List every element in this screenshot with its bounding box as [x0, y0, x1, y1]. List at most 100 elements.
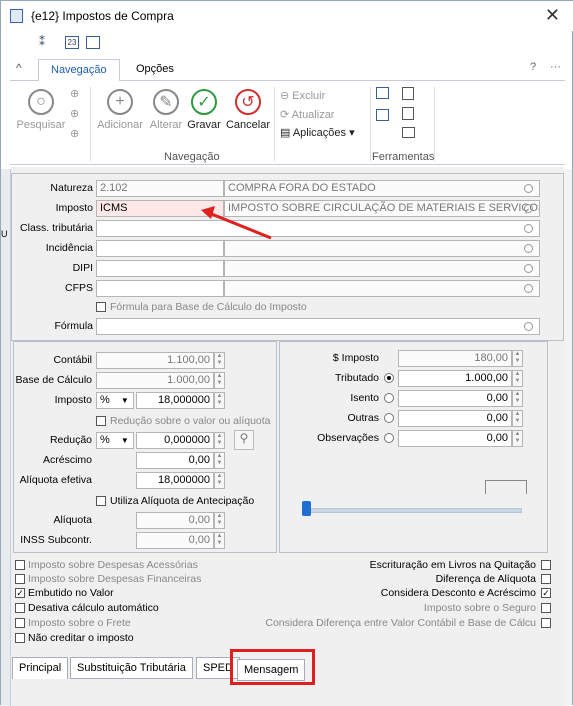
grid-icon[interactable] [86, 36, 100, 49]
reducao-unit-select[interactable]: % ▼ [96, 432, 134, 449]
antecipacao-checkbox[interactable] [96, 496, 106, 506]
down-arrow-icon[interactable]: ⊕ [70, 87, 79, 100]
paste-icon[interactable] [402, 107, 414, 120]
check-escrituracao[interactable] [541, 560, 551, 570]
check-diferenca-contabil[interactable] [541, 618, 551, 628]
tributado-input[interactable]: 1.000,00 [398, 370, 512, 387]
slider-handle[interactable] [302, 501, 311, 516]
aliquota-efetiva-stepper[interactable]: ▲ ▼ [214, 472, 225, 489]
gravar-button[interactable]: ✓ Gravar [186, 89, 222, 131]
atualizar-button[interactable]: ⟳ Atualizar [280, 108, 334, 121]
reducao-stepper[interactable]: ▲ ▼ [214, 432, 225, 449]
up-arrow-icon[interactable]: ⊕ [70, 107, 79, 120]
check-frete[interactable] [15, 618, 25, 628]
natureza-code-input[interactable]: 2.102 [96, 180, 224, 197]
observacoes-input[interactable]: 0,00 [398, 430, 512, 447]
tab-principal[interactable]: Principal [12, 657, 69, 679]
check-embutido[interactable]: ✓ [15, 588, 25, 598]
inss-input[interactable]: 0,00 [136, 532, 214, 549]
dipi-desc-input[interactable] [224, 260, 540, 277]
copy-icon[interactable] [402, 87, 414, 100]
chevron-up-icon[interactable]: ^ [16, 61, 22, 75]
tributado-stepper[interactable]: ▲ ▼ [512, 370, 523, 387]
calendar-icon[interactable]: 23 [65, 36, 79, 49]
reducao-input[interactable]: 0,000000 [136, 432, 214, 449]
inss-stepper[interactable]: ▲ ▼ [214, 532, 225, 549]
check-label: Considera Desconto e Acréscimo [380, 587, 536, 599]
outras-input[interactable]: 0,00 [398, 410, 512, 427]
natureza-desc-input[interactable]: COMPRA FORA DO ESTADO [224, 180, 540, 197]
search-icon[interactable] [524, 204, 533, 213]
outras-radio[interactable] [384, 413, 394, 423]
check-despesas-financeiras[interactable] [15, 574, 25, 584]
cfps-code-input[interactable] [96, 280, 224, 297]
check-nao-creditar[interactable] [15, 633, 25, 643]
close-icon[interactable]: ✕ [545, 5, 560, 26]
slider-track[interactable] [304, 508, 522, 513]
alterar-button[interactable]: ✎ Alterar [148, 89, 184, 131]
adicionar-button[interactable]: + Adicionar [94, 89, 146, 131]
base-calculo-stepper[interactable]: ▲ ▼ [214, 372, 225, 389]
aplicacoes-label: Aplicações [292, 127, 347, 139]
acrescimo-stepper[interactable]: ▲ ▼ [214, 452, 225, 469]
formula-input[interactable] [96, 318, 540, 335]
search-icon[interactable] [524, 284, 533, 293]
acrescimo-input[interactable]: 0,00 [136, 452, 214, 469]
cancelar-button[interactable]: ↺ Cancelar [224, 89, 272, 131]
search-icon[interactable] [524, 224, 533, 233]
ribbon: ○ Pesquisar ⊕ ⊕ ⊕ + Adicionar ✎ Alterar … [10, 81, 565, 165]
check-desativa-calculo[interactable] [15, 603, 25, 613]
search-icon[interactable]: ⚲ [234, 430, 254, 450]
simposto-input[interactable]: 180,00 [398, 350, 512, 367]
formula-checkbox[interactable] [96, 302, 106, 312]
formula-checkbox-label: Fórmula para Base de Cálculo do Imposto [110, 301, 307, 313]
list-icon[interactable] [376, 109, 389, 121]
search-icon[interactable] [524, 184, 533, 193]
chat-icon[interactable] [376, 87, 389, 99]
check-label: Imposto sobre o Frete [28, 617, 131, 629]
observacoes-stepper[interactable]: ▲ ▼ [512, 430, 523, 447]
check-diferenca-aliquota[interactable] [541, 574, 551, 584]
search-icon[interactable] [524, 244, 533, 253]
dipi-code-input[interactable] [96, 260, 224, 277]
tab-substituicao[interactable]: Substituição Tributária [70, 657, 193, 679]
contabil-stepper[interactable]: ▲ ▼ [214, 352, 225, 369]
tributado-radio[interactable] [384, 373, 394, 383]
aliquota-stepper[interactable]: ▲ ▼ [214, 512, 225, 529]
arrow-shaft [208, 211, 272, 240]
check-considera-desconto[interactable]: ✓ [541, 588, 551, 598]
search-icon[interactable] [524, 264, 533, 273]
print-icon[interactable] [402, 127, 415, 138]
search-icon[interactable] [524, 322, 533, 331]
contabil-input[interactable]: 1.100,00 [96, 352, 214, 369]
imposto-rate-stepper[interactable]: ▲ ▼ [214, 392, 225, 409]
isento-input[interactable]: 0,00 [398, 390, 512, 407]
refresh-small-icon[interactable]: ⊕ [70, 127, 79, 140]
aliquota-input[interactable]: 0,00 [136, 512, 214, 529]
pesquisar-button[interactable]: ○ Pesquisar [16, 89, 66, 131]
aplicacoes-button[interactable]: ▤ Aplicações ▾ [280, 126, 355, 139]
reducao-checkbox[interactable] [96, 416, 106, 426]
more-icon[interactable]: ··· [550, 61, 561, 73]
observacoes-radio[interactable] [384, 433, 394, 443]
excluir-button[interactable]: ⊖ Excluir [280, 89, 325, 102]
imposto-unit-select[interactable]: % ▼ [96, 392, 134, 409]
collapse-icon[interactable]: ⁑ [39, 35, 45, 51]
tab-opcoes[interactable]: Opções [124, 59, 186, 82]
cfps-label: CFPS [64, 282, 93, 294]
base-calculo-input[interactable]: 1.000,00 [96, 372, 214, 389]
check-seguro[interactable] [541, 603, 551, 613]
outras-stepper[interactable]: ▲ ▼ [512, 410, 523, 427]
simposto-stepper[interactable]: ▲ ▼ [512, 350, 523, 367]
acrescimo-label: Acréscimo [42, 454, 92, 466]
check-despesas-acessorias[interactable] [15, 560, 25, 570]
aliquota-efetiva-input[interactable]: 18,000000 [136, 472, 214, 489]
imposto-rate-input[interactable]: 18,000000 [136, 392, 214, 409]
cfps-desc-input[interactable] [224, 280, 540, 297]
class-tributaria-input[interactable] [96, 220, 540, 237]
group-ferramentas-label: Ferramentas [372, 151, 435, 163]
isento-radio[interactable] [384, 393, 394, 403]
tab-navegacao[interactable]: Navegação [38, 59, 120, 82]
help-icon[interactable]: ? [530, 61, 536, 73]
isento-stepper[interactable]: ▲ ▼ [512, 390, 523, 407]
